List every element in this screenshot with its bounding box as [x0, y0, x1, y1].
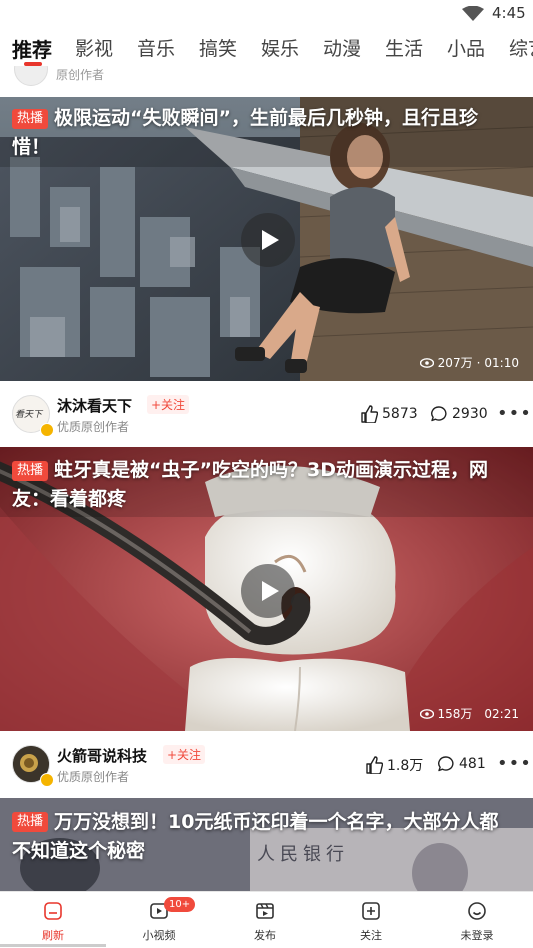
- nav-follow[interactable]: 关注: [318, 892, 424, 948]
- tab-recommend[interactable]: 推荐: [12, 34, 52, 63]
- tab-sketch[interactable]: 小品: [447, 34, 485, 61]
- comment-icon: [438, 756, 454, 772]
- nav-label: 关注: [360, 929, 382, 942]
- more-options-icon[interactable]: •••: [497, 403, 532, 424]
- tab-music[interactable]: 音乐: [137, 34, 175, 61]
- author-name[interactable]: 沐沐看天下: [57, 395, 132, 416]
- video-card-1[interactable]: 热播 极限运动“失败瞬间”，生前最后几秒钟，且行且珍 惜！ 207万 · 01:1…: [0, 97, 533, 381]
- bottom-navigation: 刷新 小视频 10+ 发布 关注 未登录: [0, 891, 533, 948]
- tab-entertainment[interactable]: 娱乐: [261, 34, 299, 61]
- meta-separator: ·: [476, 355, 481, 370]
- nav-small-video[interactable]: 小视频: [106, 892, 212, 948]
- avatar-text: 看天下: [15, 410, 43, 420]
- publish-icon: [256, 903, 274, 919]
- thumbs-up-icon: [366, 756, 383, 774]
- follow-button[interactable]: +关注: [163, 745, 206, 764]
- play-icon: [262, 230, 279, 250]
- more-options-icon[interactable]: •••: [497, 753, 532, 774]
- tab-life[interactable]: 生活: [385, 34, 423, 61]
- author-subtitle: 优质原创作者: [57, 770, 130, 784]
- video-duration: 02:21: [484, 706, 519, 721]
- avatar: [14, 66, 48, 86]
- like-count: 1.8万: [387, 758, 424, 774]
- comment-icon: [431, 406, 447, 422]
- like-count: 5873: [382, 406, 418, 422]
- nav-profile[interactable]: 未登录: [424, 892, 530, 948]
- follow-icon: [362, 902, 380, 920]
- verified-badge: [40, 773, 54, 787]
- author-row-1: 看天下 沐沐看天下 +关注 优质原创作者 5873 2930 •••: [0, 381, 533, 447]
- play-button[interactable]: [241, 213, 295, 267]
- comment-count: 2930: [452, 406, 488, 422]
- video-title: 极限运动“失败瞬间”，生前最后几秒钟，且行且珍 惜！: [12, 107, 478, 158]
- category-tabs: 推荐 影视 音乐 搞笑 娱乐 动漫 生活 小品 综艺: [0, 28, 533, 70]
- nav-label: 刷新: [42, 929, 64, 942]
- nav-refresh[interactable]: 刷新: [0, 892, 106, 948]
- like-button[interactable]: 5873: [360, 405, 418, 423]
- video-card-3[interactable]: 人民银行 热播 万万没想到！10元纸币还印着一个名字，大部分人都 不知道这个秘密: [0, 798, 533, 891]
- video-meta: 158万 02:21: [419, 705, 519, 722]
- video-title: 蛀牙真是被“虫子”吃空的吗？3D动画演示过程，网 友：看着都疼: [12, 459, 488, 510]
- verified-badge: [40, 423, 54, 437]
- comment-button[interactable]: 481: [437, 755, 486, 773]
- nav-label: 小视频: [142, 929, 176, 942]
- thumbs-up-icon: [361, 405, 378, 423]
- view-count: 158万: [437, 707, 473, 721]
- tab-movies[interactable]: 影视: [75, 34, 113, 61]
- play-icon: [262, 581, 279, 601]
- video-title: 万万没想到！10元纸币还印着一个名字，大部分人都 不知道这个秘密: [12, 811, 499, 862]
- user-icon: [468, 902, 486, 920]
- comment-count: 481: [459, 756, 486, 772]
- video-duration: 01:10: [484, 355, 519, 370]
- nav-publish[interactable]: 发布: [212, 892, 318, 948]
- tab-anime[interactable]: 动漫: [323, 34, 361, 61]
- eye-icon: [419, 357, 434, 368]
- wifi-icon: [462, 6, 484, 21]
- nav-label: 发布: [254, 929, 276, 942]
- author-subtitle: 原创作者: [56, 68, 105, 82]
- follow-button[interactable]: +关注: [147, 395, 190, 414]
- previous-card-peek: 原创作者: [0, 66, 533, 97]
- author-subtitle: 优质原创作者: [57, 420, 130, 434]
- video-card-2[interactable]: 热播 蛀牙真是被“虫子”吃空的吗？3D动画演示过程，网 友：看着都疼 158万 0…: [0, 447, 533, 731]
- refresh-icon: [44, 902, 62, 920]
- play-button[interactable]: [241, 564, 295, 618]
- tab-variety[interactable]: 综艺: [509, 34, 533, 61]
- comment-button[interactable]: 2930: [430, 405, 488, 423]
- video-meta: 207万 · 01:10: [419, 354, 519, 371]
- author-row-2: 火箭哥说科技 +关注 优质原创作者 1.8万 481 •••: [0, 731, 533, 797]
- view-count: 207万: [437, 356, 473, 370]
- eye-icon: [419, 708, 434, 719]
- notification-badge: 10+: [164, 897, 196, 912]
- nav-label: 未登录: [460, 929, 494, 942]
- like-button[interactable]: 1.8万: [365, 755, 423, 775]
- clock: 4:45: [492, 4, 526, 22]
- status-bar: 4:45: [0, 0, 533, 26]
- tab-funny[interactable]: 搞笑: [199, 34, 237, 61]
- author-name[interactable]: 火箭哥说科技: [57, 745, 147, 766]
